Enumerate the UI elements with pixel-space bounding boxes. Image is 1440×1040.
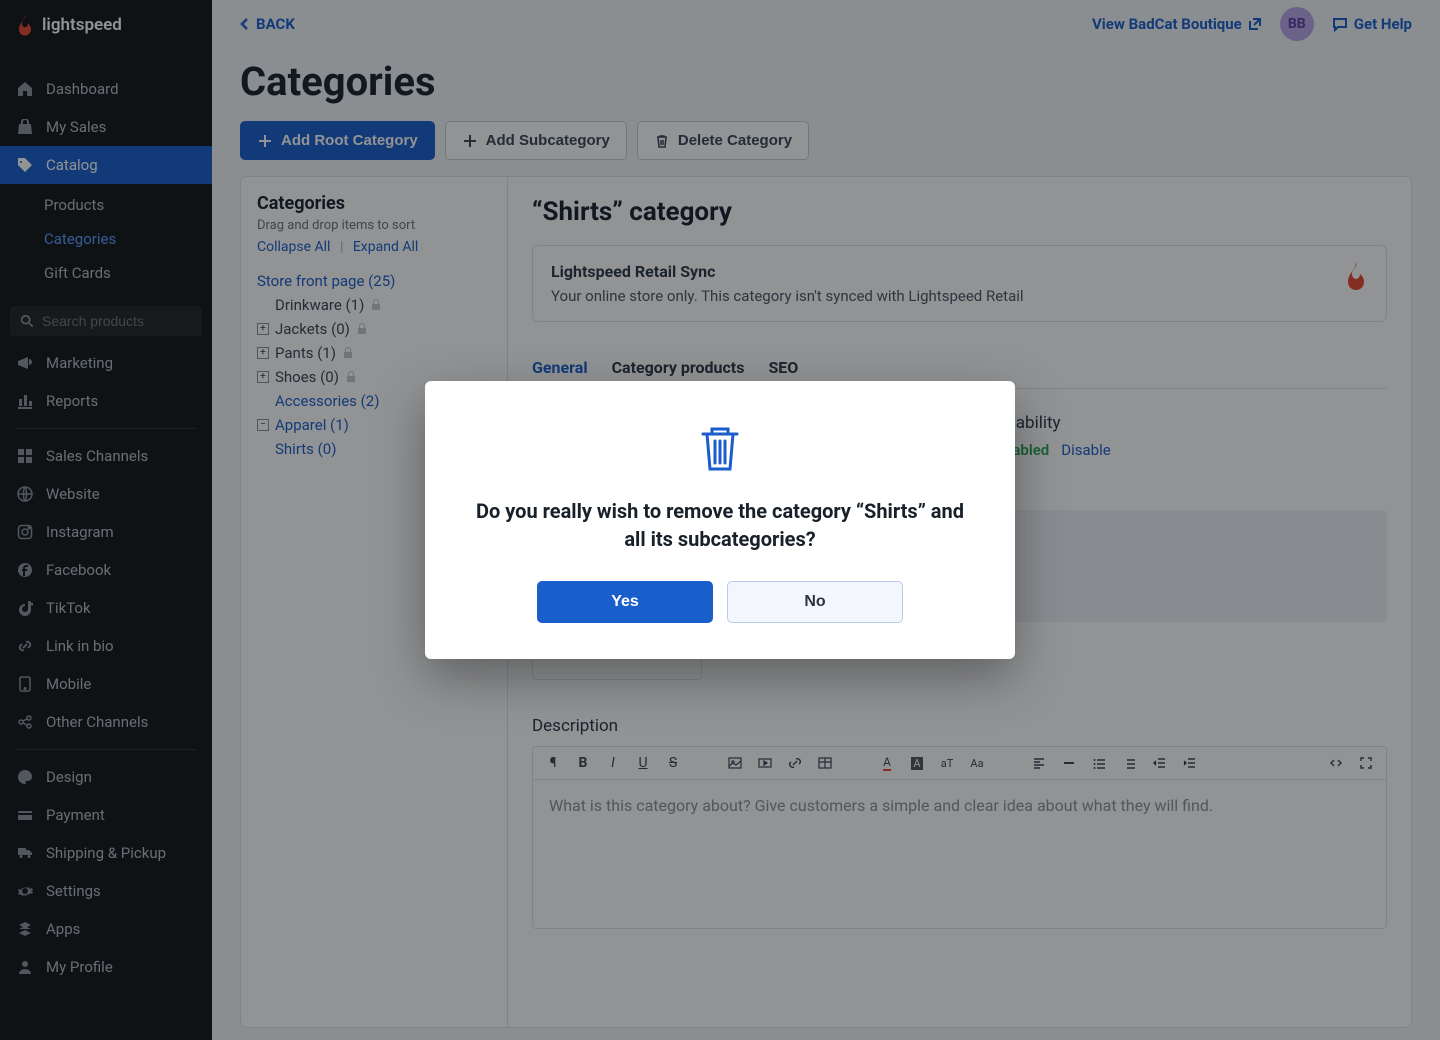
confirm-no-button[interactable]: No — [727, 581, 903, 623]
confirm-yes-button[interactable]: Yes — [537, 581, 713, 623]
confirm-delete-modal: Do you really wish to remove the categor… — [425, 381, 1015, 659]
modal-actions: Yes No — [465, 581, 975, 623]
trash-icon — [696, 423, 744, 473]
modal-overlay[interactable]: Do you really wish to remove the categor… — [0, 0, 1440, 1040]
modal-message: Do you really wish to remove the categor… — [465, 497, 975, 553]
